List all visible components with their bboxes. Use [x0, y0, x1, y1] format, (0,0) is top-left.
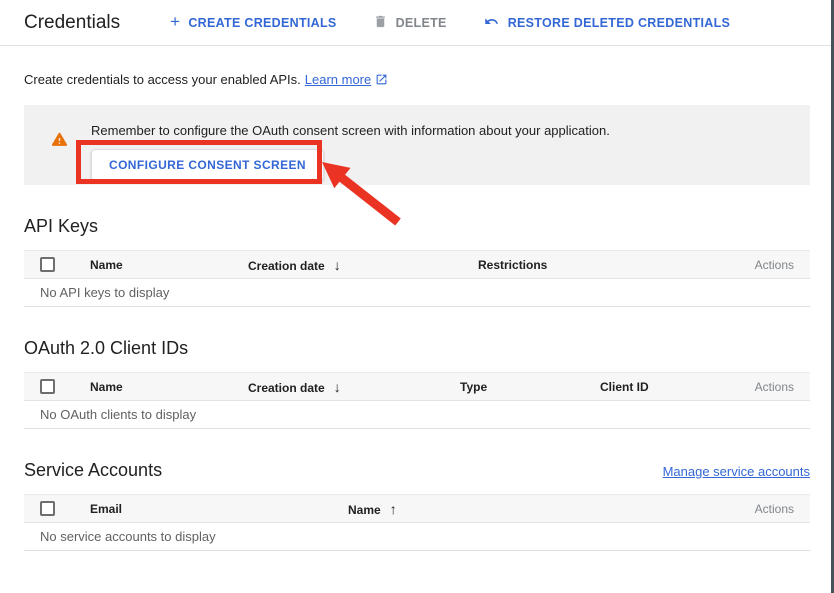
oauth-col-creation-date[interactable]: Creation date↓	[236, 379, 448, 395]
delete-label: DELETE	[396, 16, 447, 30]
oauth-col-name[interactable]: Name	[78, 380, 236, 394]
toolbar: Credentials + CREATE CREDENTIALS DELETE …	[0, 0, 834, 46]
oauth-clients-title: OAuth 2.0 Client IDs	[24, 338, 188, 359]
page-title: Credentials	[24, 12, 120, 34]
plus-icon: +	[170, 13, 180, 30]
oauth-select-all-checkbox[interactable]	[40, 379, 55, 394]
service-accounts-empty-state: No service accounts to display	[24, 523, 810, 551]
restore-label: RESTORE DELETED CREDENTIALS	[508, 16, 730, 30]
api-keys-col-name[interactable]: Name	[78, 258, 236, 272]
sort-desc-icon: ↓	[334, 257, 341, 273]
api-keys-empty-state: No API keys to display	[24, 279, 810, 307]
banner-message: Remember to configure the OAuth consent …	[91, 123, 610, 138]
api-keys-title: API Keys	[24, 216, 98, 237]
learn-more-link[interactable]: Learn more	[305, 72, 388, 87]
restore-deleted-credentials-button[interactable]: RESTORE DELETED CREDENTIALS	[483, 14, 730, 32]
delete-button[interactable]: DELETE	[373, 14, 447, 32]
intro-text: Create credentials to access your enable…	[0, 46, 834, 89]
warning-icon	[50, 131, 69, 185]
service-accounts-select-all-checkbox[interactable]	[40, 501, 55, 516]
oauth-empty-state: No OAuth clients to display	[24, 401, 810, 429]
configure-consent-screen-button[interactable]: CONFIGURE CONSENT SCREEN	[91, 149, 324, 181]
oauth-clients-table-header: Name Creation date↓ Type Client ID Actio…	[24, 372, 810, 401]
oauth-col-actions: Actions	[730, 380, 810, 394]
oauth-clients-section: OAuth 2.0 Client IDs Name Creation date↓…	[24, 338, 810, 429]
api-keys-col-actions: Actions	[730, 258, 810, 272]
oauth-col-client-id[interactable]: Client ID	[588, 380, 730, 394]
service-accounts-title: Service Accounts	[24, 460, 162, 481]
oauth-col-type[interactable]: Type	[448, 380, 588, 394]
manage-service-accounts-link[interactable]: Manage service accounts	[663, 464, 810, 479]
create-credentials-label: CREATE CREDENTIALS	[188, 16, 336, 30]
api-keys-section: API Keys Name Creation date↓ Restriction…	[24, 216, 810, 307]
create-credentials-button[interactable]: + CREATE CREDENTIALS	[170, 14, 336, 31]
api-keys-table-header: Name Creation date↓ Restrictions Actions	[24, 250, 810, 279]
api-keys-col-creation-date[interactable]: Creation date↓	[236, 257, 466, 273]
oauth-warning-banner: Remember to configure the OAuth consent …	[24, 105, 810, 185]
undo-icon	[483, 14, 500, 32]
service-accounts-table-header: Email Name↑ Actions	[24, 494, 810, 523]
service-accounts-col-email[interactable]: Email	[78, 502, 336, 516]
service-accounts-col-name[interactable]: Name↑	[336, 501, 730, 517]
api-keys-col-restrictions[interactable]: Restrictions	[466, 258, 730, 272]
sort-desc-icon: ↓	[334, 379, 341, 395]
sort-asc-icon: ↑	[390, 501, 397, 517]
api-keys-select-all-checkbox[interactable]	[40, 257, 55, 272]
external-link-icon	[375, 74, 388, 89]
trash-icon	[373, 14, 388, 32]
service-accounts-section: Service Accounts Manage service accounts…	[24, 460, 810, 551]
service-accounts-col-actions: Actions	[730, 502, 810, 516]
credentials-page: Credentials + CREATE CREDENTIALS DELETE …	[0, 0, 834, 593]
